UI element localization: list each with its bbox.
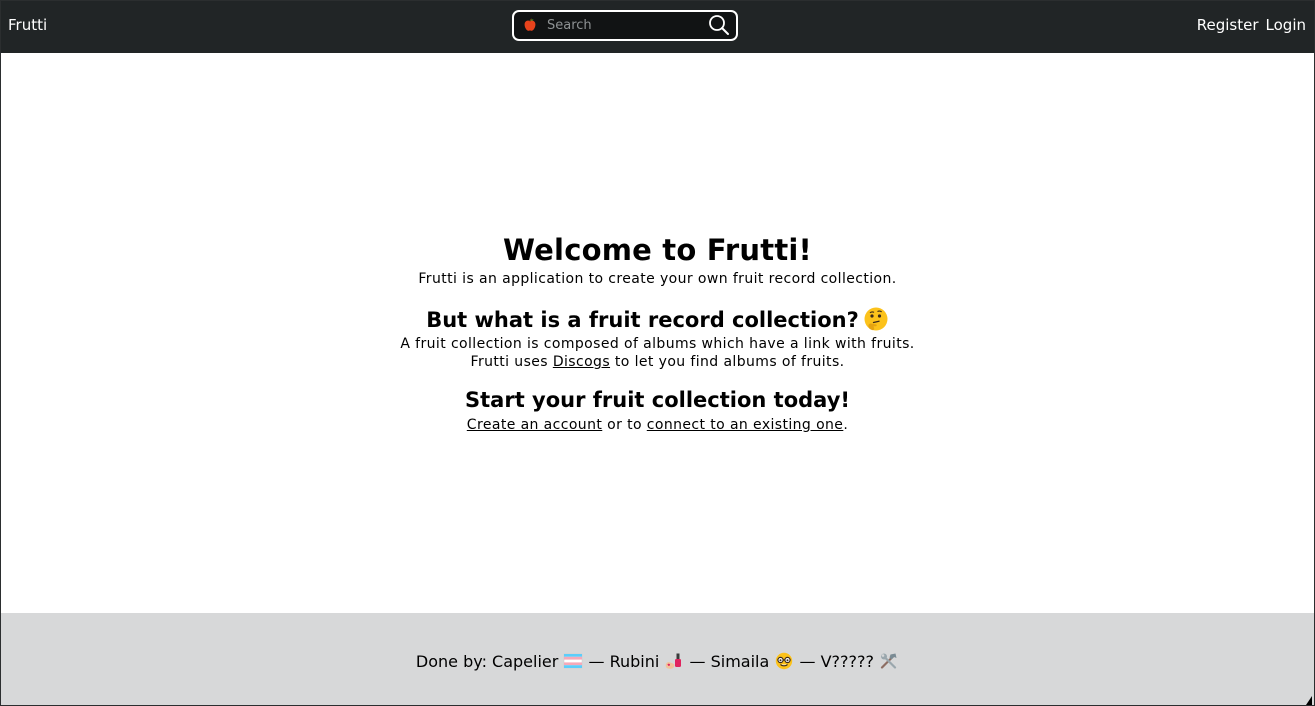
cta-title: Start your fruit collection today! <box>465 388 850 412</box>
login-link[interactable]: Login <box>1266 16 1306 34</box>
search-button[interactable] <box>708 14 730 36</box>
description-line-1: A fruit collection is composed of albums… <box>400 336 915 352</box>
app-window: Frutti Register Login Welcome to Frutti!… <box>0 0 1315 706</box>
nerd-face-icon <box>776 652 793 670</box>
description-suffix: to let you find albums of fruits. <box>610 354 845 370</box>
credits-separator: — <box>684 652 711 671</box>
cta-line: Create an account or to connect to an ex… <box>1 417 1314 433</box>
credits-separator: — <box>583 652 610 671</box>
author-name: Simaila <box>710 652 770 671</box>
brand-link[interactable]: Frutti <box>8 16 47 34</box>
welcome-title: Welcome to Frutti! <box>503 233 812 267</box>
credits-line: Done by: Capelier — Rubini — Simaila — V… <box>1 652 1314 671</box>
description-line-2: Frutti uses Discogs to let you find albu… <box>1 354 1314 370</box>
register-link[interactable]: Register <box>1197 16 1259 34</box>
cta-end-text: . <box>843 417 849 433</box>
search-form <box>512 10 738 41</box>
nail-polish-icon <box>666 653 682 669</box>
resize-grip-icon[interactable] <box>1306 696 1314 705</box>
search-input[interactable] <box>547 15 697 36</box>
main-content: Welcome to Frutti! Frutti is an applicat… <box>1 53 1314 613</box>
author-name: V????? <box>820 652 874 671</box>
question-heading: But what is a fruit record collection? <box>1 306 1314 332</box>
navbar: Frutti Register Login <box>1 1 1314 53</box>
question-title: But what is a fruit record collection? <box>426 308 859 332</box>
auth-links: Register Login <box>1197 16 1306 34</box>
hammer-and-wrench-icon <box>880 653 897 669</box>
discogs-link[interactable]: Discogs <box>553 354 610 370</box>
author-name: Capelier <box>492 652 559 671</box>
cta-middle-text: or to <box>602 417 647 433</box>
description-prefix: Frutti uses <box>470 354 553 370</box>
search-icon <box>709 15 729 35</box>
footer: Done by: Capelier — Rubini — Simaila — V… <box>1 613 1314 705</box>
create-account-link[interactable]: Create an account <box>467 417 602 433</box>
intro-text: Frutti is an application to create your … <box>418 271 897 287</box>
author-name: Rubini <box>609 652 660 671</box>
credits-prefix: Done by: <box>415 652 493 671</box>
thinking-face-icon <box>864 307 888 331</box>
connect-account-link[interactable]: connect to an existing one <box>647 417 844 433</box>
transgender-flag-icon <box>564 653 583 669</box>
credits-separator: — <box>794 652 821 671</box>
apple-icon <box>524 18 536 31</box>
